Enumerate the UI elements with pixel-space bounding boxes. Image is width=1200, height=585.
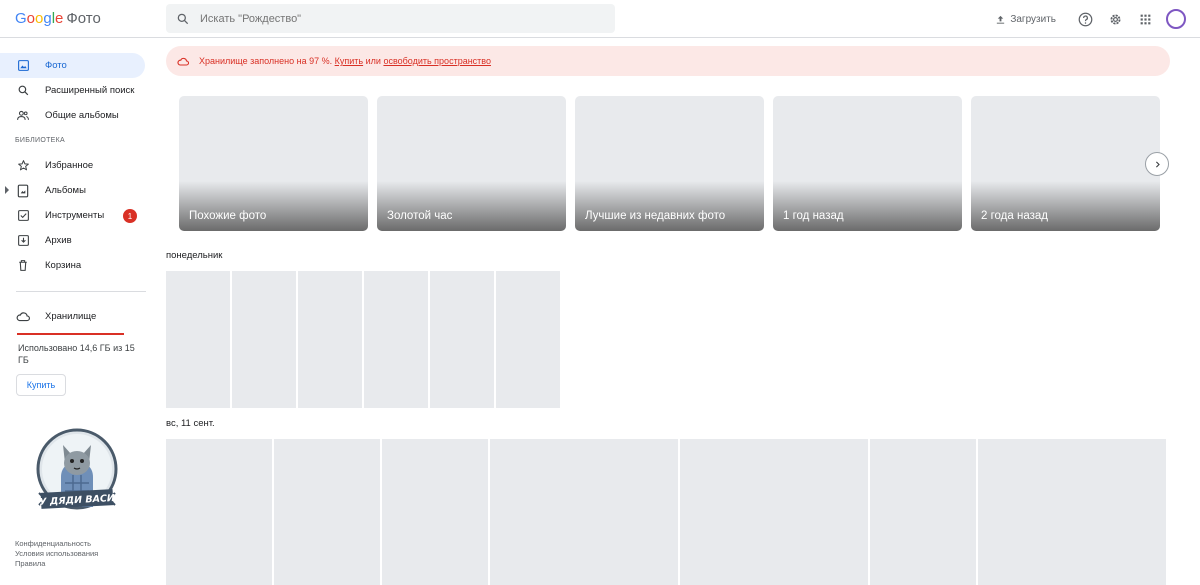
storage-warning-banner: Хранилище заполнено на 97 %. Купить или … xyxy=(166,46,1170,76)
memory-card-label: 2 года назад xyxy=(981,210,1048,222)
library-heading: БИБЛИОТЕКА xyxy=(15,137,65,144)
date-heading: понедельник xyxy=(166,250,223,261)
photo-thumbnail[interactable] xyxy=(166,271,230,408)
settings-button[interactable] xyxy=(1100,4,1130,34)
sidebar-item-storage[interactable]: Хранилище xyxy=(0,304,158,329)
cloud-warning-icon xyxy=(177,57,189,66)
banner-buy-link[interactable]: Купить xyxy=(335,56,363,66)
upload-icon xyxy=(997,15,1005,24)
archive-icon xyxy=(16,234,30,248)
photo-icon xyxy=(16,59,30,73)
top-bar: Google Фото Загрузить xyxy=(0,0,1200,38)
memory-card[interactable]: Похожие фото xyxy=(179,96,368,231)
privacy-link[interactable]: Конфиденциальность xyxy=(15,539,98,549)
product-name: Фото xyxy=(66,10,101,27)
memories-carousel: Похожие фото Золотой час Лучшие из недав… xyxy=(179,96,1160,231)
sidebar-item-label: Корзина xyxy=(45,260,82,271)
sidebar-item-label: Общие альбомы xyxy=(45,110,119,121)
sidebar-item-label: Расширенный поиск xyxy=(45,85,135,96)
sidebar-item-label: Инструменты xyxy=(45,210,105,221)
google-wordmark: Google xyxy=(15,10,63,27)
memory-card-label: 1 год назад xyxy=(783,210,844,222)
search-bar[interactable] xyxy=(166,4,615,33)
sidebar-item-albums[interactable]: Альбомы xyxy=(0,178,158,203)
logo-letter: g xyxy=(43,10,52,27)
photo-thumbnail[interactable] xyxy=(232,271,296,408)
sidebar-item-tools[interactable]: Инструменты 1 xyxy=(0,203,158,228)
sidebar-item-trash[interactable]: Корзина xyxy=(0,253,158,278)
memory-card[interactable]: 1 год назад xyxy=(773,96,962,231)
sidebar-item-label: Альбомы xyxy=(45,185,86,196)
photo-thumbnail[interactable] xyxy=(364,271,428,408)
expand-caret-icon[interactable] xyxy=(5,186,9,194)
sidebar-item-label: Фото xyxy=(45,60,67,71)
sidebar-item-archive[interactable]: Архив xyxy=(0,228,158,253)
watermark-logo: У ДЯДИ ВАСИ xyxy=(35,427,119,520)
photo-thumbnail[interactable] xyxy=(496,271,560,408)
photo-thumbnail[interactable] xyxy=(870,439,976,585)
banner-or-text: или xyxy=(365,56,381,66)
sidebar-item-label: Хранилище xyxy=(45,311,97,322)
account-avatar[interactable] xyxy=(1166,9,1186,29)
photo-thumbnail[interactable] xyxy=(166,439,272,585)
search-input[interactable] xyxy=(200,12,580,25)
date-heading: вс, 11 сент. xyxy=(166,418,215,429)
logo-letter: e xyxy=(55,10,64,27)
logo-letter: G xyxy=(15,10,27,27)
photo-thumbnail[interactable] xyxy=(490,439,678,585)
photo-thumbnail[interactable] xyxy=(298,271,362,408)
google-photos-logo[interactable]: Google Фото xyxy=(15,10,101,27)
sidebar-item-photos[interactable]: Фото xyxy=(0,53,145,78)
photo-thumbnail[interactable] xyxy=(978,439,1166,585)
storage-usage-bar xyxy=(17,333,124,335)
chevron-right-icon xyxy=(1155,160,1160,168)
upload-button[interactable]: Загрузить xyxy=(995,14,1056,25)
notification-badge: 1 xyxy=(123,209,137,223)
memory-card[interactable]: 2 года назад xyxy=(971,96,1160,231)
sidebar-item-shared-albums[interactable]: Общие альбомы xyxy=(0,103,158,128)
sidebar-item-advanced-search[interactable]: Расширенный поиск xyxy=(0,78,158,103)
star-icon xyxy=(16,159,30,173)
storage-usage-text: Использовано 14,6 ГБ из 15 ГБ xyxy=(18,343,135,365)
terms-link[interactable]: Условия использования xyxy=(15,549,98,559)
album-icon xyxy=(16,184,30,198)
banner-free-space-link[interactable]: освободить пространство xyxy=(383,56,491,66)
apps-grid-icon xyxy=(1140,14,1150,24)
cloud-icon xyxy=(16,310,30,324)
memory-card-label: Золотой час xyxy=(387,210,453,222)
sidebar: Фото Расширенный поиск Общие альбомы БИБ… xyxy=(0,39,158,585)
photo-thumbnail[interactable] xyxy=(274,439,380,585)
search-icon xyxy=(16,84,30,98)
photo-thumbnail[interactable] xyxy=(430,271,494,408)
gear-icon xyxy=(1110,14,1120,24)
top-actions: Загрузить xyxy=(995,0,1200,38)
sidebar-item-label: Избранное xyxy=(45,160,94,171)
memory-card[interactable]: Золотой час xyxy=(377,96,566,231)
people-icon xyxy=(16,109,30,123)
banner-text: Хранилище заполнено на 97 %. xyxy=(199,56,333,66)
carousel-next-button[interactable] xyxy=(1145,152,1169,176)
main-content: Хранилище заполнено на 97 %. Купить или … xyxy=(166,39,1200,585)
buy-storage-button[interactable]: Купить xyxy=(16,374,66,396)
memory-card-label: Лучшие из недавних фото xyxy=(585,210,726,222)
apps-button[interactable] xyxy=(1130,4,1160,34)
footer-links: Конфиденциальность Условия использования… xyxy=(15,539,98,569)
help-icon xyxy=(1078,12,1092,26)
search-icon xyxy=(177,13,189,24)
photo-thumbnail[interactable] xyxy=(382,439,488,585)
memory-card-label: Похожие фото xyxy=(189,210,267,222)
trash-icon xyxy=(16,259,30,273)
sidebar-item-favorites[interactable]: Избранное xyxy=(0,153,158,178)
photo-thumbnail[interactable] xyxy=(680,439,868,585)
tools-icon xyxy=(16,209,30,223)
memory-card[interactable]: Лучшие из недавних фото xyxy=(575,96,764,231)
policy-link[interactable]: Правила xyxy=(15,559,98,569)
help-button[interactable] xyxy=(1070,4,1100,34)
logo-letter: o xyxy=(26,10,36,27)
upload-label: Загрузить xyxy=(1010,13,1056,25)
sidebar-item-label: Архив xyxy=(45,235,72,246)
